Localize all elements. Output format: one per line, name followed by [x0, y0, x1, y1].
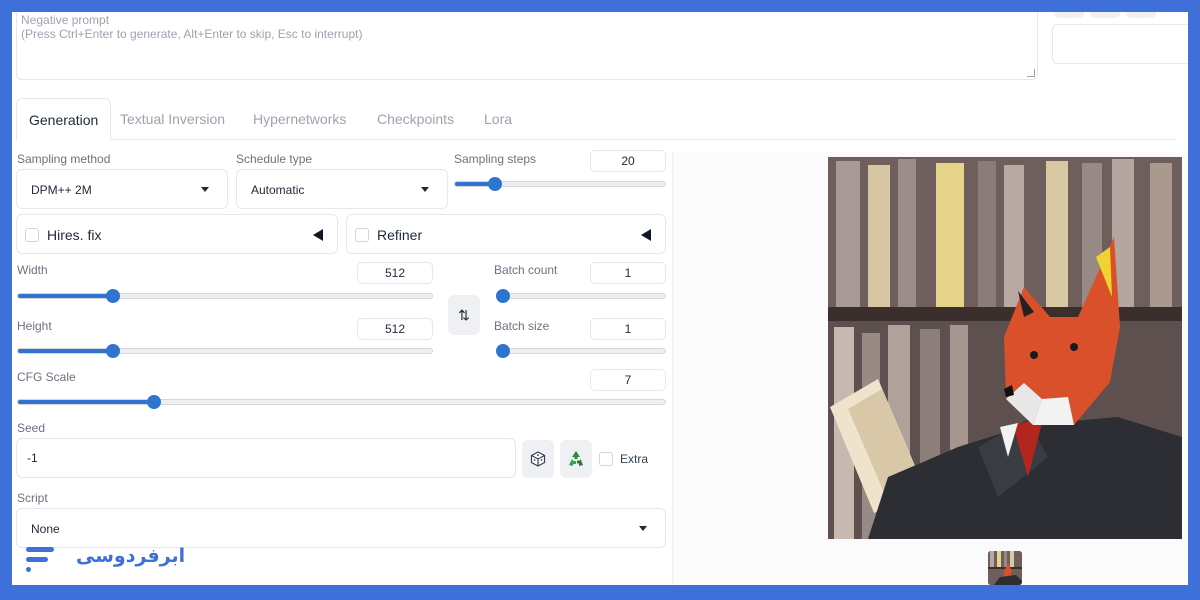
slider-fill	[18, 400, 154, 404]
negative-prompt-label: Negative prompt	[21, 13, 110, 27]
seed-input[interactable]: -1	[16, 438, 516, 478]
fox-thumbnail	[988, 551, 1022, 585]
toolbar-button-2[interactable]	[1090, 12, 1120, 18]
slider-thumb[interactable]	[496, 289, 510, 303]
seed-label: Seed	[17, 421, 46, 435]
chevron-down-icon	[421, 187, 429, 192]
script-value: None	[31, 522, 60, 536]
cfg-scale-input[interactable]: 7	[590, 369, 666, 391]
image-thumbnail[interactable]	[988, 551, 1022, 585]
negative-prompt-input[interactable]: Negative prompt (Press Ctrl+Enter to gen…	[16, 12, 1038, 80]
cfg-scale-slider[interactable]	[17, 395, 666, 409]
style-selector[interactable]	[1052, 24, 1188, 64]
tab-checkpoints[interactable]: Checkpoints	[377, 98, 454, 140]
webui-window: Negative prompt (Press Ctrl+Enter to gen…	[12, 12, 1188, 585]
sampling-method-dropdown[interactable]: DPM++ 2M	[16, 169, 228, 209]
batch-count-label: Batch count	[494, 263, 558, 277]
dice-icon	[530, 451, 546, 467]
recycle-icon	[569, 451, 583, 466]
random-seed-button[interactable]	[522, 440, 554, 478]
slider-fill	[18, 294, 114, 298]
slider-thumb[interactable]	[106, 344, 121, 358]
tab-hypernetworks[interactable]: Hypernetworks	[253, 98, 346, 140]
tab-generation[interactable]: Generation	[16, 98, 112, 141]
batch-count-slider[interactable]	[496, 289, 666, 303]
tab-bar: Generation Textual Inversion Hypernetwor…	[16, 98, 1176, 141]
hires-fix-accordion[interactable]: Hires. fix	[16, 214, 338, 254]
width-label: Width	[17, 263, 48, 277]
slider-thumb[interactable]	[487, 177, 502, 191]
swap-arrows-icon: ⇅	[458, 307, 470, 323]
schedule-type-label: Schedule type	[236, 152, 313, 166]
batch-count-input[interactable]: 1	[590, 262, 666, 284]
chevron-down-icon	[201, 187, 209, 192]
width-slider[interactable]	[17, 289, 433, 303]
refiner-accordion[interactable]: Refiner	[346, 214, 666, 254]
schedule-type-dropdown[interactable]: Automatic	[236, 169, 448, 209]
resize-handle-icon[interactable]	[1027, 69, 1035, 77]
hires-fix-label: Hires. fix	[47, 227, 102, 243]
hires-fix-checkbox[interactable]	[25, 228, 39, 242]
collapse-triangle-icon[interactable]	[313, 229, 323, 241]
cfg-scale-label: CFG Scale	[17, 370, 76, 384]
brand-logo-text: ابرفردوسی	[76, 545, 186, 567]
swap-dimensions-button[interactable]: ⇅	[448, 295, 480, 335]
slider-thumb[interactable]	[106, 289, 121, 303]
height-input[interactable]: 512	[357, 318, 433, 340]
script-label: Script	[17, 491, 48, 505]
toolbar-button-3[interactable]	[1126, 12, 1156, 18]
slider-thumb[interactable]	[146, 395, 161, 409]
sampling-steps-label: Sampling steps	[454, 152, 537, 166]
width-input[interactable]: 512	[357, 262, 433, 284]
height-slider[interactable]	[17, 344, 433, 358]
slider-fill	[18, 349, 114, 353]
toolbar-button-1[interactable]	[1054, 12, 1084, 18]
slider-thumb[interactable]	[496, 344, 510, 358]
chevron-down-icon	[639, 526, 647, 531]
collapse-triangle-icon[interactable]	[641, 229, 651, 241]
extra-label: Extra	[620, 452, 649, 466]
reuse-seed-button[interactable]	[560, 440, 592, 478]
generated-image[interactable]	[828, 157, 1182, 539]
sampling-method-value: DPM++ 2M	[31, 183, 92, 197]
negative-prompt-placeholder: (Press Ctrl+Enter to generate, Alt+Enter…	[21, 27, 363, 41]
fox-reading-image	[828, 157, 1182, 539]
batch-size-input[interactable]: 1	[590, 318, 666, 340]
refiner-label: Refiner	[377, 227, 423, 243]
brand-logo-icon	[26, 547, 54, 572]
sampling-method-label: Sampling method	[17, 152, 111, 166]
batch-size-label: Batch size	[494, 319, 550, 333]
tab-textual-inversion[interactable]: Textual Inversion	[120, 98, 225, 140]
brand-logo: ابرفردوسی	[24, 540, 186, 580]
refiner-checkbox[interactable]	[355, 228, 369, 242]
height-label: Height	[17, 319, 52, 333]
sampling-steps-slider[interactable]	[454, 177, 666, 191]
extra-checkbox[interactable]	[599, 452, 613, 466]
schedule-type-value: Automatic	[251, 183, 305, 197]
sampling-steps-input[interactable]: 20	[590, 150, 666, 172]
batch-size-slider[interactable]	[496, 344, 666, 358]
tab-lora[interactable]: Lora	[484, 98, 512, 140]
